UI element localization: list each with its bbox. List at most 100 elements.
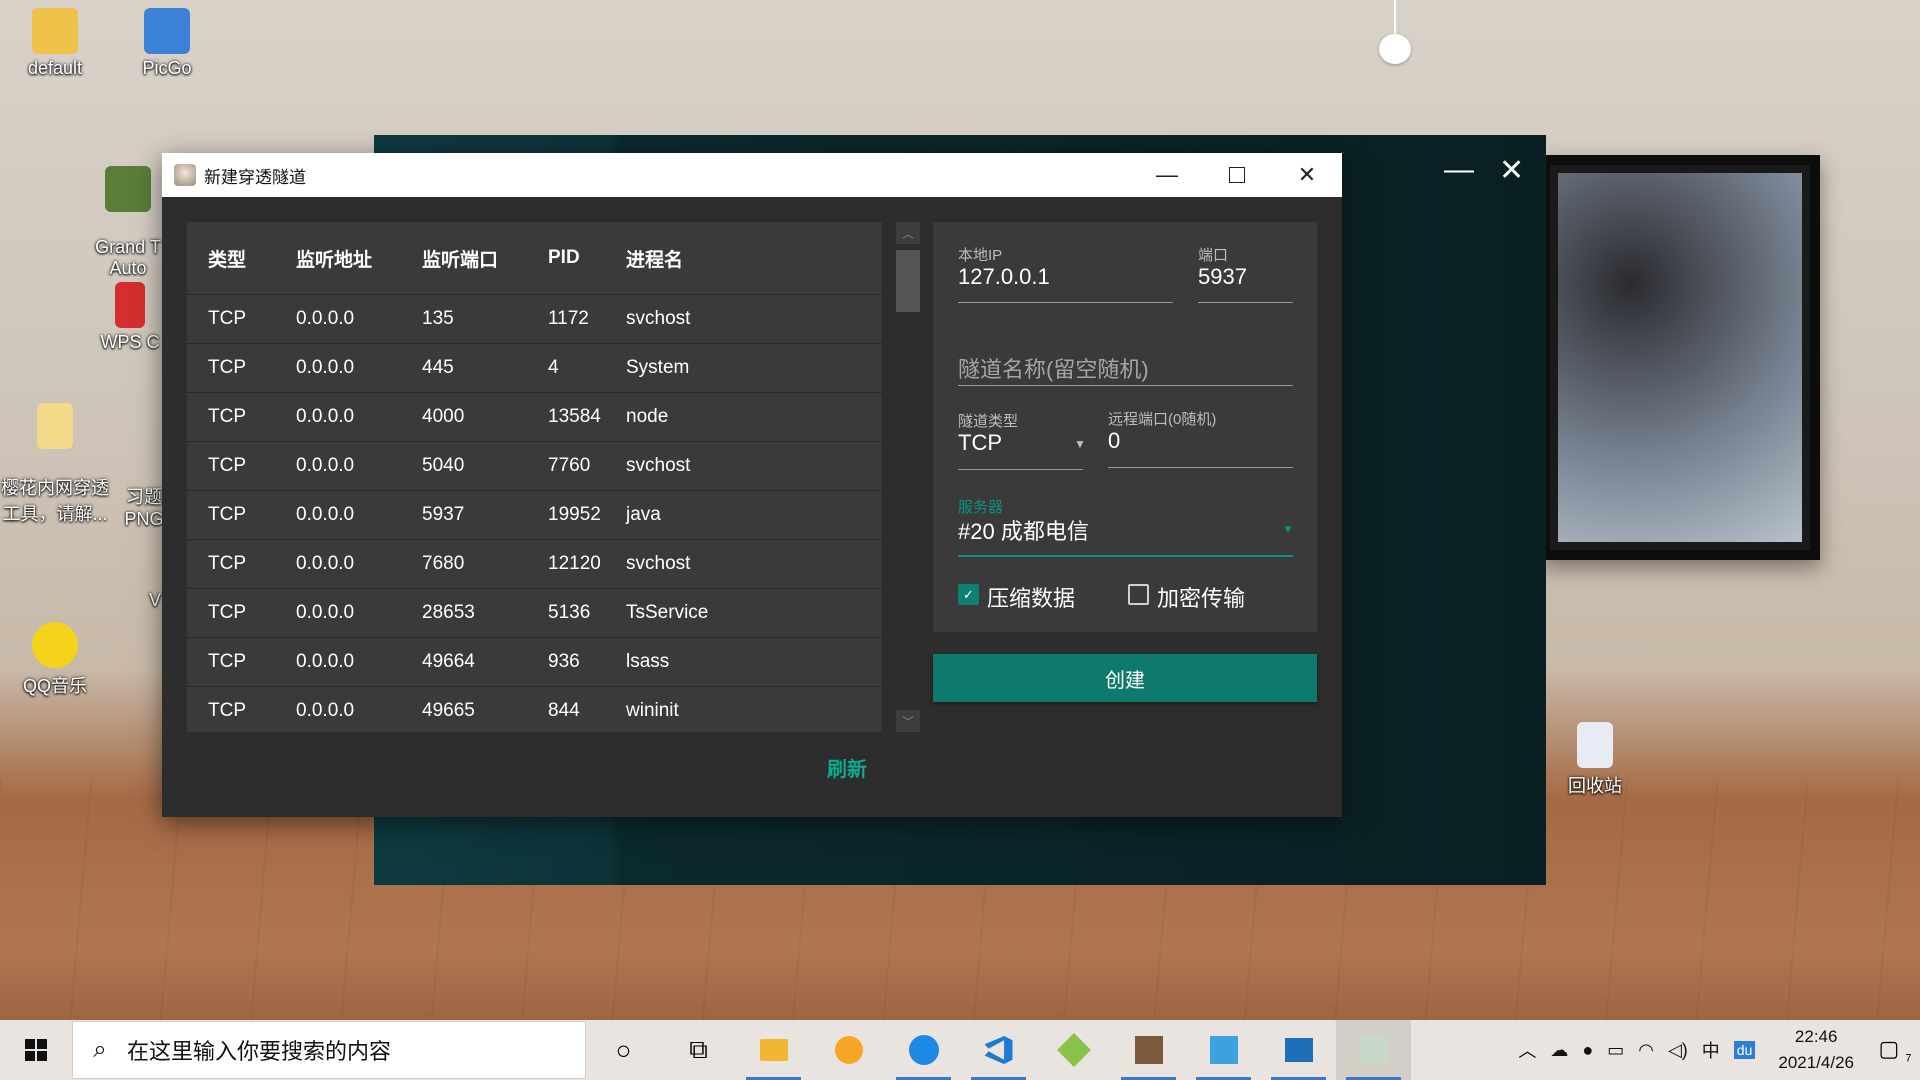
volume-icon[interactable]: ◁) bbox=[1668, 1040, 1688, 1061]
tunnel-name-underline bbox=[958, 385, 1293, 386]
cell-pid: 13584 bbox=[548, 406, 601, 427]
gta-icon bbox=[105, 166, 151, 212]
search-icon: ⌕ bbox=[93, 1036, 107, 1063]
cortana-icon[interactable]: ○ bbox=[586, 1020, 661, 1080]
cell-process: java bbox=[626, 504, 661, 525]
scroll-up-icon[interactable]: ︿ bbox=[896, 222, 920, 244]
table-row[interactable]: TCP 0.0.0.0 49665 844 wininit bbox=[187, 687, 882, 732]
encrypt-checkbox[interactable] bbox=[1128, 584, 1149, 605]
desktop-icon-recycle-bin[interactable]: 回收站 bbox=[1540, 722, 1650, 798]
cell-port: 445 bbox=[422, 357, 454, 378]
desktop-icon-sakura-tool[interactable]: 樱花内网穿透 工具，请解... bbox=[0, 382, 110, 526]
minecraft-icon[interactable] bbox=[1111, 1020, 1186, 1080]
table-scrollbar[interactable]: ︿ ﹀ bbox=[896, 222, 920, 732]
compress-label: 压缩数据 bbox=[987, 586, 1076, 611]
git-icon[interactable] bbox=[1036, 1020, 1111, 1080]
ime-indicator[interactable]: 中 bbox=[1702, 1037, 1720, 1063]
refresh-button[interactable]: 刷新 bbox=[827, 753, 867, 782]
browser-icon[interactable] bbox=[811, 1020, 886, 1080]
cell-process: TsService bbox=[626, 602, 709, 623]
chevron-down-icon[interactable]: ▼ bbox=[1282, 522, 1294, 536]
recycle-bin-icon bbox=[1577, 722, 1613, 768]
cell-process: System bbox=[626, 357, 690, 378]
cell-address: 0.0.0.0 bbox=[296, 651, 355, 672]
chevron-up-icon[interactable]: ︿ bbox=[1518, 1037, 1536, 1063]
tunnel-form: 本地IP 127.0.0.1 端口 5937 隧道名称(留空随机) 隧道类型 T… bbox=[933, 222, 1317, 632]
cell-port: 4000 bbox=[422, 406, 465, 427]
table-row[interactable]: TCP 0.0.0.0 5040 7760 svchost bbox=[187, 442, 882, 491]
tunnel-name-input[interactable]: 隧道名称(留空随机) bbox=[958, 352, 1149, 384]
taskbar-clock[interactable]: 22:46 2021/4/26 bbox=[1778, 1024, 1854, 1076]
cell-address: 0.0.0.0 bbox=[296, 504, 355, 525]
picgo-icon bbox=[144, 8, 190, 54]
maximize-button[interactable] bbox=[1202, 153, 1272, 197]
table-row[interactable]: TCP 0.0.0.0 4000 13584 node bbox=[187, 393, 882, 442]
file-explorer-icon[interactable] bbox=[736, 1020, 811, 1080]
cell-type: TCP bbox=[208, 700, 246, 721]
cell-pid: 844 bbox=[548, 700, 580, 721]
table-row[interactable]: TCP 0.0.0.0 49664 936 lsass bbox=[187, 638, 882, 687]
search-input[interactable]: 在这里输入你要搜索的内容 bbox=[127, 1034, 391, 1066]
close-icon: ✕ bbox=[1297, 162, 1317, 187]
server-select[interactable]: #20 成都电信 bbox=[958, 514, 1089, 546]
scrollbar-thumb[interactable] bbox=[896, 250, 920, 312]
table-row[interactable]: TCP 0.0.0.0 28653 5136 TsService bbox=[187, 589, 882, 638]
desktop-icon-png[interactable]: 习题 PNG bbox=[120, 462, 168, 530]
cloud-icon[interactable]: ☁ bbox=[1550, 1040, 1568, 1061]
vscode-icon[interactable] bbox=[961, 1020, 1036, 1080]
compress-checkbox[interactable]: ✓ bbox=[958, 584, 979, 605]
battery-icon[interactable]: ▭ bbox=[1607, 1040, 1624, 1061]
cell-address: 0.0.0.0 bbox=[296, 357, 355, 378]
local-ip-underline bbox=[958, 302, 1173, 303]
qq-icon[interactable]: ● bbox=[1582, 1040, 1593, 1061]
edge-icon[interactable] bbox=[886, 1020, 961, 1080]
app-icon bbox=[174, 164, 196, 186]
table-row[interactable]: TCP 0.0.0.0 445 4 System bbox=[187, 344, 882, 393]
cell-process: lsass bbox=[626, 651, 670, 672]
remote-port-underline bbox=[1108, 467, 1293, 468]
desktop-icon-picgo[interactable]: PicGo bbox=[112, 8, 222, 79]
cell-pid: 19952 bbox=[548, 504, 601, 525]
server-underline bbox=[958, 555, 1293, 557]
table-row[interactable]: TCP 0.0.0.0 7680 12120 svchost bbox=[187, 540, 882, 589]
cell-address: 0.0.0.0 bbox=[296, 553, 355, 574]
desktop-icon-wps[interactable]: WPS C bbox=[100, 282, 160, 353]
scroll-down-icon[interactable]: ﹀ bbox=[896, 710, 920, 732]
cell-pid: 936 bbox=[548, 651, 580, 672]
port-field[interactable]: 5937 bbox=[1198, 264, 1247, 290]
tunnel-type-select[interactable]: TCP bbox=[958, 430, 1002, 456]
chevron-down-icon[interactable]: ▼ bbox=[1074, 437, 1086, 451]
close-icon[interactable]: ✕ bbox=[1499, 153, 1524, 188]
table-row[interactable]: TCP 0.0.0.0 5937 19952 java bbox=[187, 491, 882, 540]
start-button[interactable] bbox=[0, 1020, 72, 1080]
photos-icon[interactable] bbox=[1261, 1020, 1336, 1080]
anime-app-icon[interactable] bbox=[1336, 1020, 1411, 1080]
minimize-button[interactable]: — bbox=[1132, 153, 1202, 197]
remote-port-field[interactable]: 0 bbox=[1108, 428, 1120, 454]
baidu-input-icon[interactable]: du bbox=[1733, 1041, 1756, 1059]
notification-center-button[interactable]: ▢ 7 bbox=[1870, 1036, 1920, 1064]
cell-process: node bbox=[626, 406, 669, 427]
port-underline bbox=[1198, 302, 1293, 303]
wifi-icon[interactable]: ◠ bbox=[1638, 1040, 1654, 1061]
cell-address: 0.0.0.0 bbox=[296, 602, 355, 623]
qq-music-icon bbox=[32, 622, 78, 668]
taskbar-search[interactable]: ⌕ 在这里输入你要搜索的内容 bbox=[72, 1021, 586, 1079]
local-ip-field[interactable]: 127.0.0.1 bbox=[958, 264, 1050, 290]
table-row[interactable]: TCP 0.0.0.0 135 1172 svchost bbox=[187, 295, 882, 344]
photo-app-icon[interactable] bbox=[1186, 1020, 1261, 1080]
close-button[interactable]: ✕ bbox=[1272, 153, 1342, 197]
encrypt-label: 加密传输 bbox=[1157, 586, 1246, 611]
cell-address: 0.0.0.0 bbox=[296, 308, 355, 329]
desktop-icon-qqmusic[interactable]: QQ音乐 bbox=[0, 622, 110, 698]
notification-count: 7 bbox=[1905, 1052, 1912, 1065]
task-view-icon[interactable]: ⧉ bbox=[661, 1020, 736, 1080]
minimize-icon[interactable]: — bbox=[1444, 153, 1474, 187]
check-icon: ✓ bbox=[963, 586, 974, 602]
header-type: 类型 bbox=[208, 249, 247, 271]
create-button[interactable]: 创建 bbox=[933, 654, 1317, 702]
desktop-icon-gta[interactable]: Grand T Auto bbox=[88, 145, 168, 279]
desktop-icon-default[interactable]: default bbox=[0, 8, 110, 79]
wps-icon bbox=[115, 282, 145, 328]
notification-icon: ▢ bbox=[1878, 1035, 1900, 1061]
